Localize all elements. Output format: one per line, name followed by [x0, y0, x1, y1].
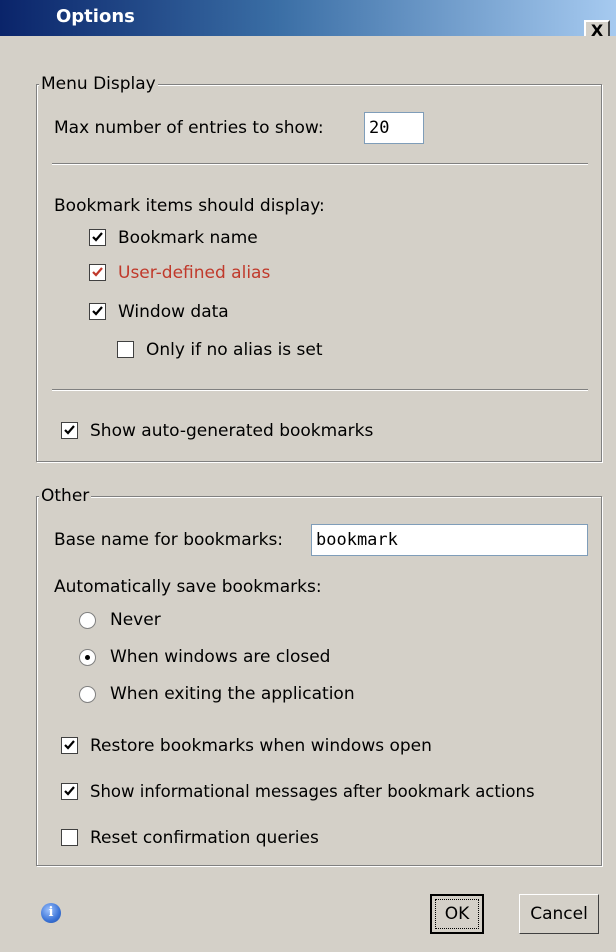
auto-save-windows-closed-radio[interactable]	[79, 649, 96, 666]
reset-queries-label: Reset confirmation queries	[90, 828, 319, 848]
window-data-label: Window data	[118, 302, 229, 322]
user-defined-alias-label: User-defined alias	[118, 263, 271, 283]
bookmark-name-label: Bookmark name	[118, 228, 258, 248]
radio-selected-dot	[85, 655, 90, 660]
show-auto-generated-label: Show auto-generated bookmarks	[90, 421, 374, 441]
info-icon[interactable]: i	[41, 903, 61, 923]
other-legend: Other	[39, 486, 92, 506]
restore-bookmarks-label: Restore bookmarks when windows open	[90, 736, 432, 756]
window-title: Options	[56, 6, 135, 27]
check-icon	[64, 786, 75, 796]
max-entries-label: Max number of entries to show:	[54, 118, 324, 138]
options-dialog: Options X Menu Display Max number of ent…	[0, 0, 616, 952]
auto-save-windows-closed-label: When windows are closed	[110, 647, 331, 667]
check-icon	[64, 425, 75, 435]
show-auto-generated-checkbox[interactable]	[61, 422, 78, 439]
menu-display-separator-2	[52, 389, 588, 391]
max-entries-input[interactable]: 20	[364, 112, 424, 144]
base-name-label: Base name for bookmarks:	[54, 530, 284, 550]
check-icon	[64, 740, 75, 750]
bookmark-items-label: Bookmark items should display:	[54, 196, 325, 216]
show-messages-label: Show informational messages after bookma…	[90, 782, 535, 801]
auto-save-label: Automatically save bookmarks:	[54, 577, 322, 597]
auto-save-exit-app-label: When exiting the application	[110, 684, 355, 704]
check-icon	[92, 267, 103, 277]
check-icon	[92, 232, 103, 242]
base-name-input[interactable]: bookmark	[311, 524, 588, 556]
cancel-button[interactable]: Cancel	[519, 894, 599, 934]
restore-bookmarks-checkbox[interactable]	[61, 737, 78, 754]
focus-rect	[435, 899, 479, 929]
close-icon: X	[590, 21, 604, 36]
reset-queries-checkbox[interactable]	[61, 829, 78, 846]
auto-save-never-radio[interactable]	[79, 612, 96, 629]
auto-save-never-label: Never	[110, 610, 161, 630]
menu-display-legend: Menu Display	[39, 74, 158, 94]
auto-save-exit-app-radio[interactable]	[79, 686, 96, 703]
ok-button[interactable]: OK	[430, 894, 484, 934]
show-messages-checkbox[interactable]	[61, 783, 78, 800]
only-if-no-alias-label: Only if no alias is set	[146, 340, 323, 360]
user-defined-alias-checkbox[interactable]	[89, 264, 106, 281]
window-data-checkbox[interactable]	[89, 303, 106, 320]
close-button[interactable]: X	[584, 20, 610, 36]
check-icon	[92, 306, 103, 316]
cancel-button-label: Cancel	[530, 904, 588, 924]
bookmark-name-checkbox[interactable]	[89, 229, 106, 246]
title-bar[interactable]: Options X	[0, 0, 616, 36]
only-if-no-alias-checkbox[interactable]	[117, 341, 134, 358]
menu-display-separator-1	[52, 163, 588, 165]
